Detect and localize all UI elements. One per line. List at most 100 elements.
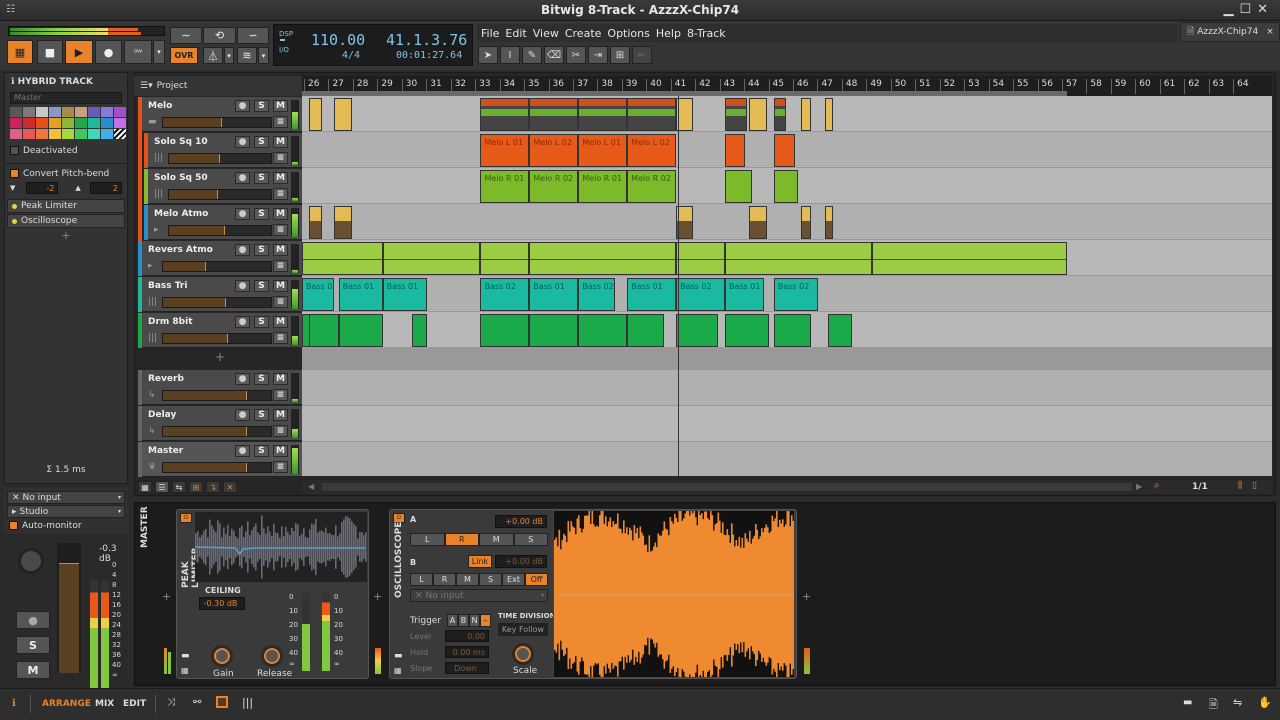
- clip[interactable]: [309, 314, 339, 347]
- clip[interactable]: [724, 242, 872, 275]
- add-track-icon[interactable]: +: [138, 350, 302, 368]
- clip[interactable]: Melo L 01: [578, 134, 628, 167]
- add-device-icon[interactable]: +: [373, 590, 382, 603]
- maximize-icon[interactable]: ☐: [1239, 2, 1257, 17]
- mute-button[interactable]: M: [273, 172, 288, 184]
- metronome-button[interactable]: ⏃: [203, 47, 223, 64]
- volume-fader[interactable]: [162, 390, 272, 401]
- clip-launcher-button[interactable]: ⊞: [189, 481, 203, 493]
- record-arm-button[interactable]: ●: [235, 136, 250, 148]
- grid-view-button[interactable]: ▦: [138, 481, 152, 493]
- scale-knob[interactable]: [512, 643, 534, 665]
- slope-value[interactable]: Down: [445, 662, 489, 674]
- clip[interactable]: [627, 98, 677, 131]
- volume-fader[interactable]: [168, 225, 272, 236]
- volume-fader[interactable]: [162, 261, 272, 272]
- groove-dropdown[interactable]: ▾: [258, 47, 269, 64]
- record-arm-button[interactable]: ●: [235, 100, 250, 112]
- track-menu-button[interactable]: ≡: [273, 152, 288, 164]
- track-header[interactable]: Melo Atmo ▸ ● S M ≡: [144, 205, 302, 240]
- overdub-button[interactable]: OVR: [170, 47, 198, 64]
- track-menu-button[interactable]: ≡: [273, 260, 288, 272]
- clip[interactable]: [825, 98, 834, 131]
- volume-fader[interactable]: [168, 189, 272, 200]
- view-tab-arrange[interactable]: ARRANGE: [42, 699, 91, 709]
- color-swatch[interactable]: [10, 107, 22, 117]
- clip[interactable]: Bass 01: [338, 278, 383, 311]
- mute-button[interactable]: M: [16, 661, 50, 679]
- clip[interactable]: [480, 242, 530, 275]
- device-panel-toggle[interactable]: [216, 696, 228, 708]
- channel-option[interactable]: L: [410, 533, 445, 546]
- channel-option[interactable]: B: [458, 614, 469, 627]
- channel-option[interactable]: S: [479, 573, 502, 586]
- clip[interactable]: [338, 314, 383, 347]
- color-swatch[interactable]: [36, 129, 48, 139]
- clip[interactable]: [529, 242, 677, 275]
- view-tab-mix[interactable]: MIX: [95, 699, 114, 709]
- track-height-button[interactable]: ☰: [155, 481, 169, 493]
- clip[interactable]: [309, 98, 322, 131]
- eraser-tool[interactable]: ⌫: [544, 46, 564, 64]
- color-swatch[interactable]: [101, 118, 113, 128]
- slide-tool[interactable]: ⇥: [588, 46, 608, 64]
- color-swatch[interactable]: [114, 118, 126, 128]
- position-time-display[interactable]: 00:01:27.64: [396, 50, 462, 61]
- link-button[interactable]: Link: [468, 555, 492, 568]
- menu-8-track[interactable]: 8-Track: [687, 27, 726, 40]
- channel-b-input-selector[interactable]: ✕ No input ▾: [410, 589, 548, 602]
- clip[interactable]: [480, 98, 530, 131]
- clip[interactable]: [676, 314, 718, 347]
- color-swatch[interactable]: [101, 107, 113, 117]
- channel-b-gain[interactable]: +0.00 dB: [495, 555, 547, 568]
- clip[interactable]: Melo R 01: [480, 170, 530, 203]
- clip[interactable]: [773, 98, 787, 131]
- track-menu-button[interactable]: ≡: [273, 389, 288, 401]
- automation-dropdown[interactable]: ▾: [153, 40, 165, 64]
- solo-button[interactable]: S: [254, 280, 269, 292]
- record-arm-button[interactable]: ●: [235, 172, 250, 184]
- channel-option[interactable]: L: [410, 573, 433, 586]
- add-device-icon[interactable]: +: [802, 590, 811, 603]
- channel-option[interactable]: M: [456, 573, 479, 586]
- document-tab[interactable]: 🗎 AzzzX-Chip74 ×: [1180, 22, 1280, 42]
- hand-icon[interactable]: ✋: [1258, 696, 1272, 709]
- mute-button[interactable]: M: [273, 373, 288, 385]
- folder-icon[interactable]: ▬: [1183, 697, 1192, 708]
- track-lane[interactable]: [302, 204, 1272, 240]
- add-device-icon[interactable]: +: [162, 590, 171, 603]
- loop-button[interactable]: ⟲: [203, 27, 236, 44]
- menu-edit[interactable]: Edit: [505, 27, 526, 40]
- preset-folder-icon[interactable]: ▬: [394, 651, 403, 661]
- clip[interactable]: [724, 170, 752, 203]
- clip[interactable]: Bass 01: [382, 278, 427, 311]
- inspector-device-item[interactable]: Oscilloscope: [7, 214, 125, 228]
- file-icon[interactable]: 🗎: [1209, 696, 1218, 715]
- color-swatch[interactable]: [88, 129, 100, 139]
- punch-in-button[interactable]: ∼: [170, 27, 202, 44]
- pointer-tool[interactable]: ➤: [478, 46, 498, 64]
- remove-button[interactable]: ✕: [223, 481, 237, 493]
- close-icon[interactable]: ✕: [1257, 2, 1274, 17]
- track-header[interactable]: Revers Atmo ▸ ● S M ≡: [138, 241, 302, 276]
- clip[interactable]: Melo R 01: [578, 170, 628, 203]
- track-menu-button[interactable]: ≡: [273, 461, 288, 473]
- channel-option[interactable]: –: [480, 614, 491, 627]
- metronome-dropdown[interactable]: ▾: [224, 47, 234, 64]
- clip[interactable]: [578, 314, 628, 347]
- mute-button[interactable]: M: [273, 409, 288, 421]
- knife-tool[interactable]: ✂: [566, 46, 586, 64]
- color-swatch[interactable]: [114, 107, 126, 117]
- color-swatch[interactable]: [101, 129, 113, 139]
- volume-fader[interactable]: [168, 153, 272, 164]
- volume-fader[interactable]: [162, 333, 272, 344]
- follow-toggle[interactable]: ⇤: [632, 46, 652, 64]
- track-header[interactable]: Master ♛ ● S M ≡: [138, 442, 302, 477]
- clip[interactable]: [773, 134, 795, 167]
- channel-option[interactable]: Off: [525, 573, 548, 586]
- clip[interactable]: [302, 242, 383, 275]
- input-selector[interactable]: ✕ No input ▾: [7, 491, 125, 504]
- track-header[interactable]: Drm 8bit ||| ● S M ≡: [138, 313, 302, 348]
- volume-fader[interactable]: [57, 543, 81, 673]
- piano-icon[interactable]: |||: [242, 696, 253, 709]
